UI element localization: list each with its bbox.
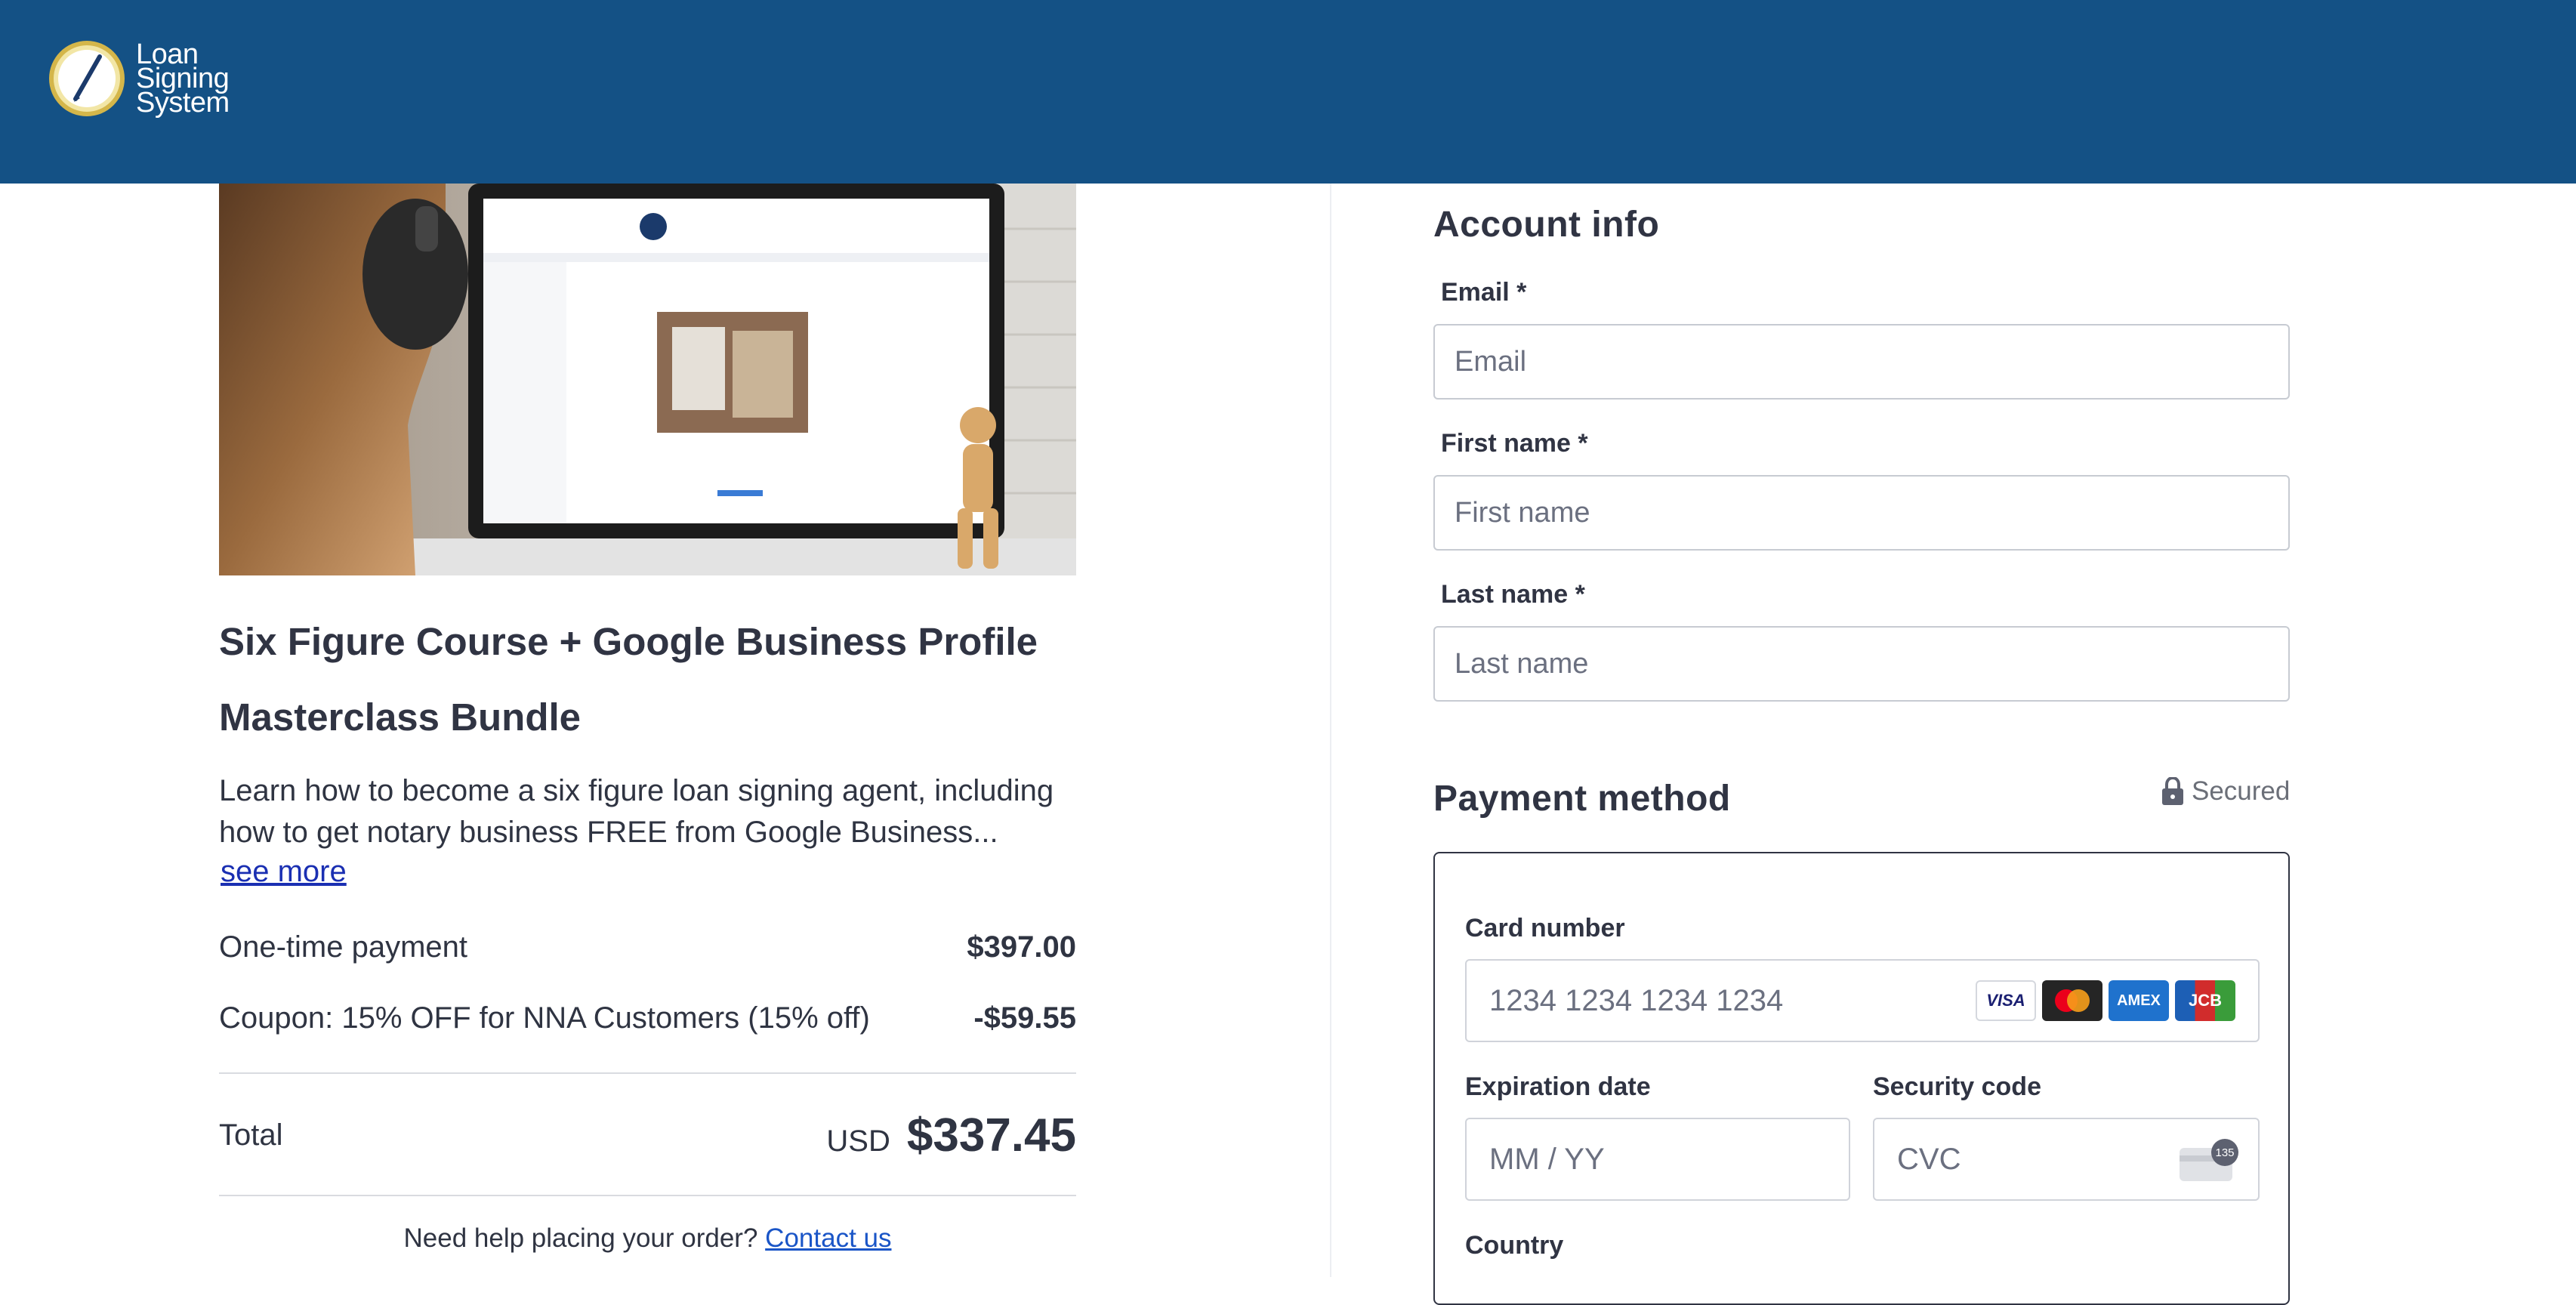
secured-label: Secured bbox=[2192, 776, 2291, 806]
cvc-placeholder: CVC bbox=[1897, 1142, 1961, 1176]
total-amount: $337.45 bbox=[906, 1109, 1076, 1162]
payment-card-panel: Card number 1234 1234 1234 1234 VISA AME… bbox=[1433, 852, 2290, 1305]
total-label: Total bbox=[219, 1118, 283, 1152]
email-field[interactable] bbox=[1433, 324, 2290, 400]
help-prompt: Need help placing your order? bbox=[403, 1223, 758, 1253]
expiration-placeholder: MM / YY bbox=[1489, 1142, 1605, 1176]
product-title: Six Figure Course + Google Business Prof… bbox=[219, 620, 1038, 739]
cvc-card-icon: 135 bbox=[2180, 1139, 2238, 1181]
cvc-badge: 135 bbox=[2211, 1139, 2238, 1166]
order-total-row: Total USD $337.45 bbox=[219, 1109, 1076, 1162]
line-amount: $397.00 bbox=[967, 930, 1076, 964]
expiration-date-label: Expiration date bbox=[1465, 1072, 1651, 1101]
first-name-label: First name * bbox=[1441, 429, 1588, 458]
card-number-field[interactable]: 1234 1234 1234 1234 VISA AMEX JCB bbox=[1465, 959, 2260, 1042]
amex-icon: AMEX bbox=[2109, 980, 2169, 1021]
email-label: Email * bbox=[1441, 278, 1527, 307]
divider bbox=[219, 1195, 1076, 1196]
jcb-icon: JCB bbox=[2175, 980, 2235, 1021]
first-name-field[interactable] bbox=[1433, 475, 2290, 551]
order-line-coupon: Coupon: 15% OFF for NNA Customers (15% o… bbox=[219, 1001, 1076, 1035]
order-line-one-time: One-time payment $397.00 bbox=[219, 930, 1076, 964]
security-code-label: Security code bbox=[1873, 1072, 2041, 1101]
see-more-link[interactable]: see more bbox=[221, 855, 347, 889]
contact-us-link[interactable]: Contact us bbox=[765, 1223, 891, 1253]
line-amount: -$59.55 bbox=[973, 1001, 1076, 1035]
course-preview-image bbox=[219, 184, 1076, 575]
card-number-placeholder: 1234 1234 1234 1234 bbox=[1489, 983, 1784, 1017]
account-info-heading: Account info bbox=[1433, 205, 1660, 245]
column-divider bbox=[1330, 184, 1331, 1277]
mastercard-icon bbox=[2042, 980, 2102, 1021]
last-name-field[interactable] bbox=[1433, 626, 2290, 702]
product-description: Learn how to become a six figure loan si… bbox=[219, 774, 1054, 849]
loan-signing-system-logo[interactable]: Loan Signing System bbox=[45, 33, 230, 124]
visa-icon: VISA bbox=[1976, 980, 2036, 1021]
expiration-date-field[interactable]: MM / YY bbox=[1465, 1118, 1850, 1201]
card-brands: VISA AMEX JCB bbox=[1976, 980, 2235, 1021]
line-label: One-time payment bbox=[219, 930, 468, 964]
line-label: Coupon: 15% OFF for NNA Customers (15% o… bbox=[219, 1001, 870, 1035]
divider bbox=[219, 1072, 1076, 1074]
country-label: Country bbox=[1465, 1231, 1564, 1260]
security-code-field[interactable]: CVC 135 bbox=[1873, 1118, 2260, 1201]
total-currency: USD bbox=[826, 1125, 890, 1158]
payment-method-heading: Payment method bbox=[1433, 779, 1731, 819]
lock-icon bbox=[2162, 777, 2183, 805]
pen-seal-icon bbox=[49, 41, 125, 116]
last-name-label: Last name * bbox=[1441, 580, 1585, 609]
help-text: Need help placing your order? Contact us bbox=[219, 1223, 1076, 1254]
logo-line-3: System bbox=[136, 87, 230, 119]
top-header-bar: Loan Signing System bbox=[0, 0, 2576, 184]
total-value: USD $337.45 bbox=[826, 1109, 1076, 1162]
logo-wordmark: Loan Signing System bbox=[136, 40, 230, 119]
card-number-label: Card number bbox=[1465, 914, 1625, 942]
secured-indicator: Secured bbox=[2161, 776, 2290, 807]
